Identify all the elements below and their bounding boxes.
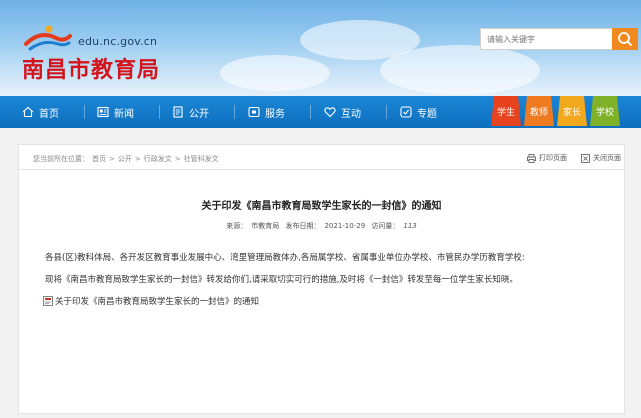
search-button[interactable] bbox=[612, 28, 638, 50]
attachment-label: 关于印发《南昌市教育局致学生家长的一封信》的通知 bbox=[55, 297, 260, 307]
breadcrumb-link-social-docs[interactable]: 社管科发文 bbox=[184, 155, 219, 163]
nav-item-home[interactable]: 首页 bbox=[22, 96, 59, 128]
attachment-link[interactable]: 关于印发《南昌市教育局致学生家长的一封信》的通知 bbox=[43, 295, 259, 307]
site-logo-name[interactable]: 南昌市教育局 bbox=[22, 52, 160, 84]
site-header: edu.nc.gov.cn 南昌市教育局 bbox=[0, 0, 641, 96]
close-label: 关闭页面 bbox=[593, 154, 621, 162]
print-label: 打印页面 bbox=[539, 154, 567, 162]
nav-item-public[interactable]: 公开 bbox=[172, 96, 209, 128]
nav-divider bbox=[310, 105, 311, 119]
nav-label: 互动 bbox=[341, 108, 361, 120]
nav-item-interaction[interactable]: 互动 bbox=[324, 96, 361, 128]
article-title: 关于印发《南昌市教育局致学生家长的一封信》的通知 bbox=[201, 201, 442, 212]
header-cloud bbox=[220, 55, 330, 91]
search-icon bbox=[618, 32, 632, 46]
nav-label: 专题 bbox=[417, 108, 437, 120]
views-value: 113 bbox=[403, 222, 417, 230]
article-meta: 来源： 市教育局 发布日期： 2021-10-29 访问量： 113 bbox=[19, 221, 624, 231]
views-label: 访问量： bbox=[371, 222, 400, 230]
nav-divider bbox=[84, 105, 85, 119]
search-input[interactable] bbox=[481, 29, 615, 49]
breadcrumb-link-home[interactable]: 首页 bbox=[92, 155, 106, 163]
document-icon bbox=[173, 106, 183, 118]
nav-item-service[interactable]: 服务 bbox=[248, 96, 285, 128]
role-tab-label: 教师 bbox=[529, 107, 548, 118]
article-paragraph: 现将《南昌市教育局致学生家长的一封信》转发给你们,请采取切实可行的措施,及时将《… bbox=[45, 275, 518, 285]
role-tab-student[interactable]: 学生 bbox=[491, 96, 521, 126]
article-paragraph: 各县(区)教科体局、各开发区教育事业发展中心、湾里管理局教体办,各局属学校、省属… bbox=[45, 253, 525, 263]
date-label: 发布日期： bbox=[285, 222, 321, 230]
nav-label: 新闻 bbox=[114, 108, 134, 120]
role-tab-label: 学校 bbox=[595, 107, 614, 118]
print-icon bbox=[527, 153, 536, 163]
search-box bbox=[480, 28, 615, 50]
home-icon bbox=[22, 106, 34, 118]
role-tab-teacher[interactable]: 教师 bbox=[524, 96, 554, 126]
breadcrumb: 您当前所在位置： 首页 > 公开 > 行政发文 > 社管科发文 bbox=[33, 154, 222, 164]
article-panel: 您当前所在位置： 首页 > 公开 > 行政发文 > 社管科发文 打印页面 关闭页面 关于印发《… bbox=[18, 144, 625, 414]
date-value: 2021-10-29 bbox=[324, 222, 366, 230]
nav-label: 公开 bbox=[189, 108, 209, 120]
divider bbox=[19, 169, 624, 170]
nav-divider bbox=[386, 105, 387, 119]
nav-item-news[interactable]: 新闻 bbox=[97, 96, 134, 128]
nav-divider bbox=[234, 105, 235, 119]
close-icon bbox=[581, 153, 590, 163]
header-cloud bbox=[380, 45, 540, 95]
breadcrumb-separator: > bbox=[134, 155, 141, 163]
role-tab-label: 家长 bbox=[562, 107, 581, 118]
site-url: edu.nc.gov.cn bbox=[78, 35, 158, 48]
breadcrumb-link-admin-docs[interactable]: 行政发文 bbox=[144, 155, 172, 163]
news-icon bbox=[97, 106, 109, 118]
heart-icon bbox=[324, 107, 336, 118]
breadcrumb-separator: > bbox=[109, 155, 115, 163]
role-tab-parent[interactable]: 家长 bbox=[557, 96, 587, 126]
nav-item-topic[interactable]: 专题 bbox=[400, 96, 437, 128]
logo-emblem-icon bbox=[24, 25, 72, 51]
attachment-file-icon bbox=[43, 296, 53, 306]
service-icon bbox=[248, 106, 260, 118]
close-page-button[interactable]: 关闭页面 bbox=[581, 153, 621, 163]
source-value: 市教育局 bbox=[251, 222, 280, 230]
breadcrumb-separator: > bbox=[174, 155, 181, 163]
nav-label: 服务 bbox=[265, 108, 285, 120]
nav-divider bbox=[159, 105, 160, 119]
print-page-button[interactable]: 打印页面 bbox=[527, 153, 567, 163]
source-label: 来源： bbox=[226, 222, 248, 230]
breadcrumb-link-public[interactable]: 公开 bbox=[118, 155, 132, 163]
topic-icon bbox=[400, 106, 412, 118]
nav-label: 首页 bbox=[39, 108, 59, 120]
role-tab-label: 学生 bbox=[496, 107, 515, 118]
role-tab-school[interactable]: 学校 bbox=[590, 96, 620, 126]
breadcrumb-prefix: 您当前所在位置： bbox=[33, 155, 89, 163]
